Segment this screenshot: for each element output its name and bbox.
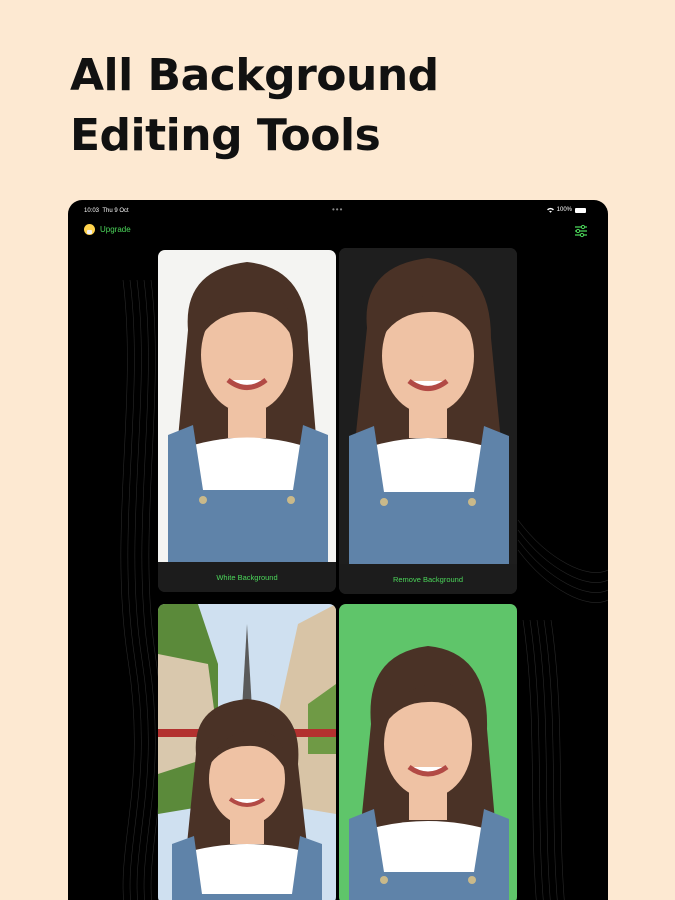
status-time: 10:03 Thu 9 Oct [84, 208, 129, 214]
wifi-icon [546, 207, 554, 213]
headline-line-1: All Background [70, 50, 439, 101]
headline: All Background Editing Tools [70, 46, 439, 166]
paris-background-card[interactable] [158, 604, 336, 900]
headline-line-2: Editing Tools [70, 110, 381, 161]
battery-icon [575, 207, 586, 213]
portrait-removed-background [339, 248, 517, 564]
crown-icon [84, 224, 95, 235]
upgrade-button[interactable]: Upgrade [84, 224, 131, 235]
upgrade-label: Upgrade [100, 225, 131, 234]
portrait-green-background [339, 604, 517, 900]
settings-sliders-icon[interactable] [574, 224, 588, 238]
tablet-screen: 10:03 Thu 9 Oct ••• 100% Upgrade White B… [68, 200, 608, 900]
battery-percent: 100% [556, 207, 572, 213]
remove-background-label: Remove Background [339, 564, 517, 594]
multitask-dots-icon[interactable]: ••• [332, 205, 343, 214]
background-waves [120, 279, 608, 900]
status-bar: 10:03 Thu 9 Oct ••• 100% [68, 200, 608, 222]
portrait-paris-background [158, 604, 336, 900]
remove-background-card[interactable]: Remove Background [339, 248, 517, 594]
white-background-label: White Background [158, 562, 336, 592]
status-right: 100% [546, 207, 586, 213]
white-background-card[interactable]: White Background [158, 250, 336, 592]
portrait-white-background [158, 250, 336, 562]
green-background-card[interactable] [339, 604, 517, 900]
